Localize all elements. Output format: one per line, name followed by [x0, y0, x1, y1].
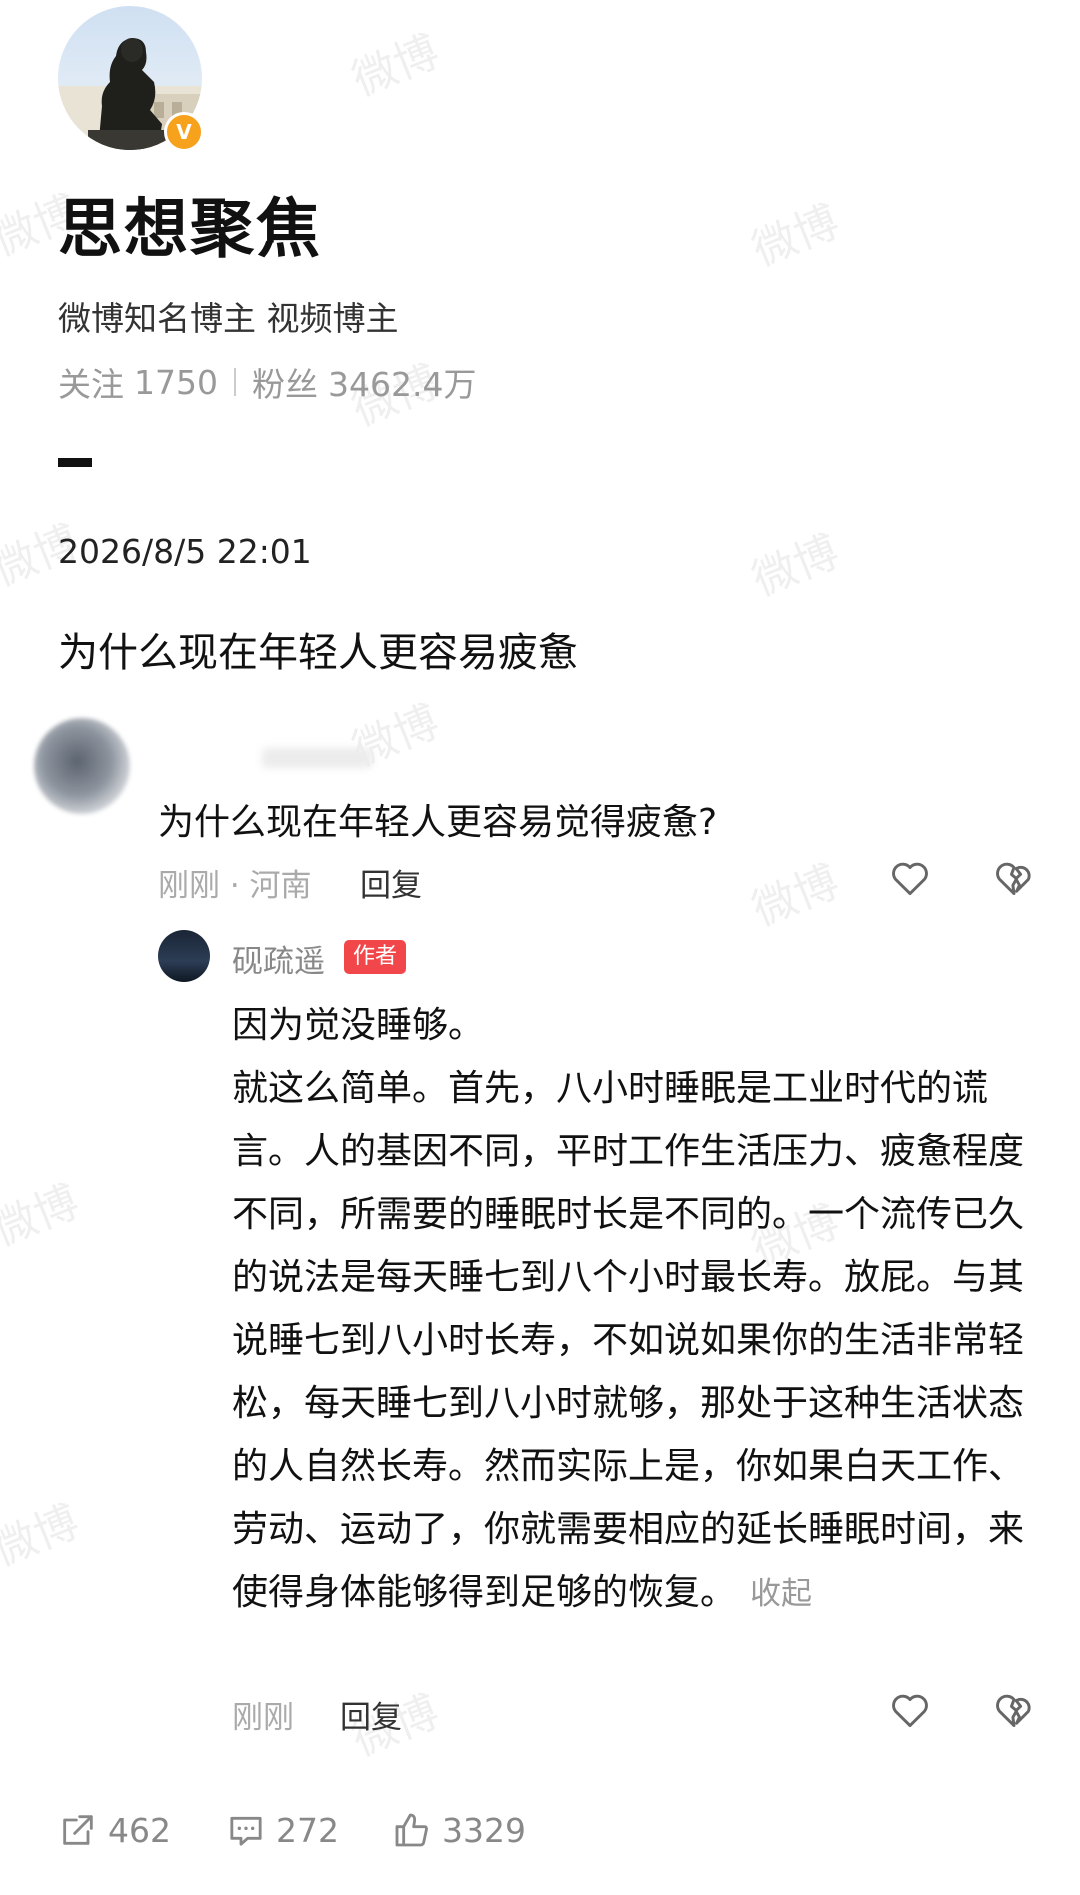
- reply-paragraph-container: 就这么简单。首先，八小时睡眠是工业时代的谎言。人的基因不同，平时工作生活压力、疲…: [232, 1057, 1044, 1626]
- comment-meta: 刚刚 · 河南: [158, 868, 312, 904]
- reply-reply-button[interactable]: 回复: [340, 1692, 402, 1737]
- comment-like-heart-icon[interactable]: [888, 856, 932, 900]
- reply-like-heart-icon[interactable]: [888, 1688, 932, 1732]
- comment-dislike-broken-heart-icon[interactable]: [992, 856, 1036, 900]
- commenter-name-blurred: [262, 748, 372, 768]
- comment-count: 272: [276, 1810, 339, 1850]
- divider-mark: [58, 458, 92, 467]
- stats-divider: [233, 368, 236, 396]
- comment-button[interactable]: 272: [226, 1810, 339, 1850]
- share-count: 462: [108, 1810, 171, 1850]
- comment-reply-button[interactable]: 回复: [360, 860, 422, 905]
- reply-paragraph: 就这么简单。首先，八小时睡眠是工业时代的谎言。人的基因不同，平时工作生活压力、疲…: [232, 1068, 1025, 1613]
- watermark: 微博: [745, 856, 847, 937]
- verified-v-icon: V: [164, 112, 204, 152]
- reply-paragraph: 因为觉没睡够。: [232, 1005, 485, 1046]
- profile-stats: 关注 1750 粉丝 3462.4万: [58, 358, 476, 406]
- like-button[interactable]: 3329: [392, 1810, 526, 1850]
- watermark: 微博: [745, 196, 847, 277]
- share-button[interactable]: 462: [58, 1810, 171, 1850]
- profile-name[interactable]: 思想聚焦: [58, 178, 322, 270]
- reply-dislike-broken-heart-icon[interactable]: [992, 1688, 1036, 1732]
- following-label: 关注: [58, 365, 124, 404]
- watermark: 微博: [0, 1176, 87, 1257]
- watermark: 微博: [745, 526, 847, 607]
- author-badge: 作者: [344, 940, 407, 974]
- comment-icon: [230, 1816, 262, 1846]
- reply-author-name[interactable]: 砚疏遥: [232, 936, 325, 981]
- share-icon: [63, 1815, 93, 1845]
- reply-meta: 刚刚: [232, 1700, 294, 1736]
- watermark: 微博: [345, 26, 447, 107]
- thumbs-up-icon: [395, 1813, 428, 1847]
- comment-text: 为什么现在年轻人更容易觉得疲惫?: [158, 802, 718, 843]
- post-title: 为什么现在年轻人更容易疲惫: [58, 630, 578, 676]
- watermark: 微博: [0, 1496, 87, 1577]
- followers-count[interactable]: 3462.4万: [328, 358, 476, 406]
- reply-author-avatar[interactable]: [158, 930, 210, 982]
- following-count[interactable]: 1750: [134, 363, 218, 402]
- reply-body: 因为觉没睡够。 就这么简单。首先，八小时睡眠是工业时代的谎言。人的基因不同，平时…: [232, 994, 1044, 1626]
- like-count: 3329: [442, 1810, 526, 1850]
- post-timestamp: 2026/8/5 22:01: [58, 532, 312, 571]
- commenter-avatar[interactable]: [34, 718, 130, 814]
- collapse-link[interactable]: 收起: [750, 1576, 812, 1612]
- verification-text: 微博知名博主 视频博主: [58, 299, 399, 338]
- followers-label: 粉丝: [251, 365, 318, 404]
